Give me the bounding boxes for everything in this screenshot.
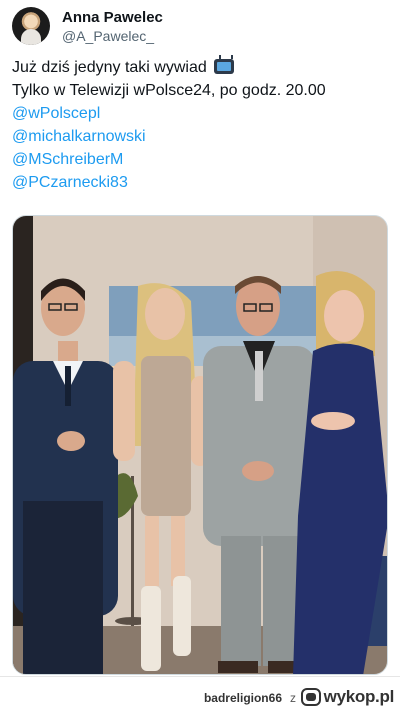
mention-link[interactable]: @wPolscepl [12, 102, 392, 125]
mention-link[interactable]: @PCzarnecki83 [12, 171, 392, 194]
mention-link[interactable]: @MSchreiberM [12, 148, 392, 171]
footer-separator: z [290, 691, 296, 705]
studio-group-photo [13, 216, 387, 674]
tweet-line-1-text: Już dziś jedyny taki wywiad [12, 59, 207, 76]
author-handle[interactable]: @A_Pawelec_ [62, 27, 163, 45]
tweet-photo[interactable] [12, 215, 388, 675]
mention-link[interactable]: @michalkarnowski [12, 125, 392, 148]
author-names: Anna Pawelec @A_Pawelec_ [62, 8, 163, 45]
tweet-line-1: Już dziś jedyny taki wywiad [12, 56, 392, 79]
footer-username[interactable]: badreligion66 [204, 691, 282, 705]
tweet-line-2: Tylko w Telewizji wPolsce24, po godz. 20… [12, 82, 326, 99]
author-avatar[interactable] [12, 7, 50, 45]
author-display-name[interactable]: Anna Pawelec [62, 8, 163, 27]
wykop-logo[interactable]: wykop.pl [300, 687, 395, 707]
wykop-footer: badreligion66 z wykop.pl [0, 676, 400, 708]
tv-icon [214, 59, 235, 74]
tweet-header: Anna Pawelec @A_Pawelec_ [12, 6, 388, 46]
wykop-brand: wykop.pl [323, 687, 395, 706]
wykop-logo-icon [300, 688, 321, 706]
tweet-body: Już dziś jedyny taki wywiad Tylko w Tele… [12, 56, 392, 194]
